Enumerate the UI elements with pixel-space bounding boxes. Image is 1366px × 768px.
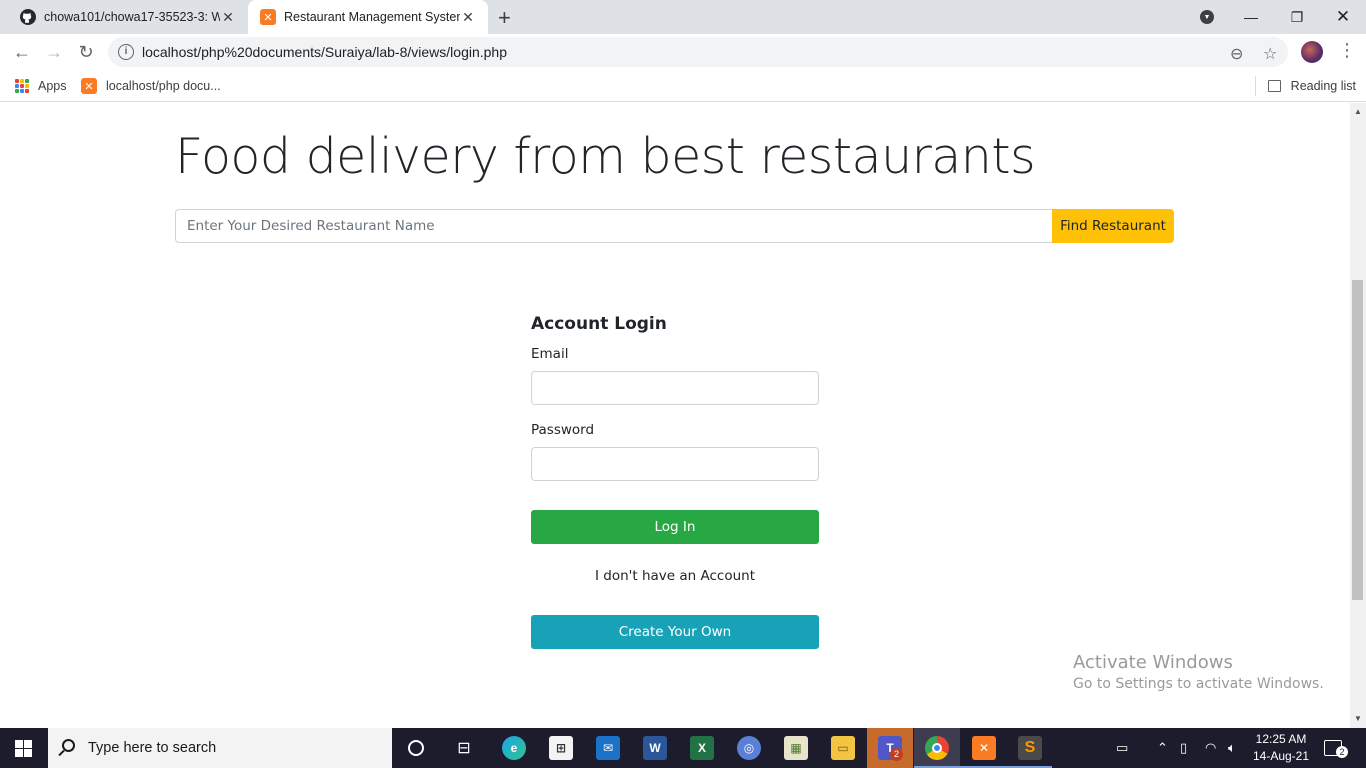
email-field[interactable] xyxy=(531,371,819,405)
bookmark-apps[interactable]: Apps xyxy=(15,76,67,96)
zoom-icon[interactable]: ⊖ xyxy=(1230,44,1243,64)
xampp-favicon-icon: ✕ xyxy=(260,9,276,25)
close-window-icon[interactable]: ✕ xyxy=(1320,0,1366,34)
notification-badge: 2 xyxy=(1336,746,1348,758)
store-icon[interactable]: ⊞ xyxy=(549,736,573,760)
cortana-icon[interactable] xyxy=(404,736,428,760)
clock-time: 12:25 AM xyxy=(1255,732,1307,746)
search-icon xyxy=(62,739,75,752)
activate-windows-watermark: Activate Windows Go to Settings to activ… xyxy=(1073,652,1324,692)
restaurant-search-input[interactable] xyxy=(175,209,1053,243)
close-tab-icon[interactable]: ✕ xyxy=(460,9,476,26)
file-explorer-icon[interactable]: ▭ xyxy=(831,736,855,760)
chrome-canary-icon[interactable]: ◎ xyxy=(737,736,761,760)
clock-date: 14-Aug-21 xyxy=(1252,749,1310,763)
tab-search-dropdown-icon[interactable]: ▼ xyxy=(1184,0,1230,34)
reading-list-label: Reading list xyxy=(1290,79,1356,93)
forward-arrow-icon[interactable]: → xyxy=(42,40,66,64)
apps-grid-icon xyxy=(15,79,29,93)
watermark-title: Activate Windows xyxy=(1073,652,1233,673)
bookmark-star-icon[interactable]: ☆ xyxy=(1263,44,1277,64)
url-text: localhost/php%20documents/Suraiya/lab-8/… xyxy=(142,44,507,60)
github-icon xyxy=(20,9,36,25)
tab-restaurant[interactable]: ✕ Restaurant Management System ✕ xyxy=(248,0,488,34)
teams-badge: 2 xyxy=(890,748,903,761)
wifi-icon[interactable]: ◠ xyxy=(1205,728,1216,768)
login-button[interactable]: Log In xyxy=(531,510,819,544)
scroll-down-arrow-icon[interactable]: ▼ xyxy=(1350,714,1366,723)
windows-start-icon[interactable] xyxy=(15,740,32,757)
address-bar[interactable]: i localhost/php%20documents/Suraiya/lab-… xyxy=(108,37,1288,67)
page-content: Food delivery from best restaurants Find… xyxy=(0,103,1350,728)
battery-icon[interactable]: ▯ xyxy=(1180,728,1187,768)
taskbar-search-box[interactable]: Type here to search xyxy=(48,728,392,768)
excel-icon[interactable]: X xyxy=(690,736,714,760)
page-title: Food delivery from best restaurants xyxy=(175,128,1036,185)
tab-title: Restaurant Management System xyxy=(284,10,460,24)
back-arrow-icon[interactable]: ← xyxy=(10,40,34,64)
reading-list-icon xyxy=(1267,80,1281,92)
edge-icon[interactable]: e xyxy=(502,736,526,760)
notification-center-icon[interactable]: 2 xyxy=(1324,728,1348,768)
volume-icon[interactable]: 🔈︎ xyxy=(1228,728,1236,768)
no-account-text: I don't have an Account xyxy=(595,568,755,584)
password-label: Password xyxy=(531,422,595,438)
watermark-subtitle: Go to Settings to activate Windows. xyxy=(1073,676,1324,692)
browser-toolbar: ← → ↻ i localhost/php%20documents/Suraiy… xyxy=(0,34,1366,70)
bookmark-label: localhost/php docu... xyxy=(106,79,221,93)
windows-taskbar: Type here to search ⊟ e ⊞ ✉ W X ◎ ▦ ▭ T … xyxy=(0,728,1366,768)
browser-tab-strip: chowa101/chowa17-35523-3: We ✕ ✕ Restaur… xyxy=(0,0,1366,34)
bookmark-localhost[interactable]: ✕ localhost/php docu... xyxy=(81,76,221,96)
taskbar-clock[interactable]: 12:25 AM 14-Aug-21 xyxy=(1250,731,1312,765)
task-view-icon[interactable]: ⊟ xyxy=(452,736,476,760)
xampp-icon[interactable]: ✕ xyxy=(972,736,996,760)
tray-chevron-icon[interactable]: ⌃ xyxy=(1157,728,1168,768)
reading-list-button[interactable]: Reading list xyxy=(1254,76,1356,96)
tab-title: chowa101/chowa17-35523-3: We xyxy=(44,10,220,24)
page-scrollbar[interactable]: ▲ ▼ xyxy=(1350,103,1366,728)
tab-github[interactable]: chowa101/chowa17-35523-3: We ✕ xyxy=(8,0,248,34)
sublime-text-icon[interactable]: S xyxy=(1018,736,1042,760)
bookmark-label: Apps xyxy=(38,79,67,93)
spreadsheet-app-icon[interactable]: ▦ xyxy=(784,736,808,760)
profile-avatar[interactable] xyxy=(1301,41,1323,63)
chrome-icon[interactable] xyxy=(925,736,949,760)
site-info-icon[interactable]: i xyxy=(118,44,134,60)
bookmarks-bar: Apps ✕ localhost/php docu... Reading lis… xyxy=(0,70,1366,102)
mail-icon[interactable]: ✉ xyxy=(596,736,620,760)
restore-icon[interactable]: ❐ xyxy=(1274,0,1320,34)
word-icon[interactable]: W xyxy=(643,736,667,760)
close-tab-icon[interactable]: ✕ xyxy=(220,9,236,26)
reload-icon[interactable]: ↻ xyxy=(74,40,98,64)
minimize-icon[interactable]: — xyxy=(1228,0,1274,34)
more-menu-icon[interactable]: ⋮ xyxy=(1338,40,1356,61)
taskbar-search-placeholder: Type here to search xyxy=(88,740,217,756)
email-label: Email xyxy=(531,346,569,362)
find-restaurant-button[interactable]: Find Restaurant xyxy=(1052,209,1174,243)
keyboard-icon[interactable]: ▭ xyxy=(1116,728,1128,768)
scrollbar-thumb[interactable] xyxy=(1352,280,1363,600)
scroll-up-arrow-icon[interactable]: ▲ xyxy=(1350,107,1366,116)
xampp-favicon-icon: ✕ xyxy=(81,78,97,94)
login-title: Account Login xyxy=(531,314,667,334)
new-tab-plus-icon[interactable]: + xyxy=(498,5,511,31)
password-field[interactable] xyxy=(531,447,819,481)
create-account-button[interactable]: Create Your Own xyxy=(531,615,819,649)
